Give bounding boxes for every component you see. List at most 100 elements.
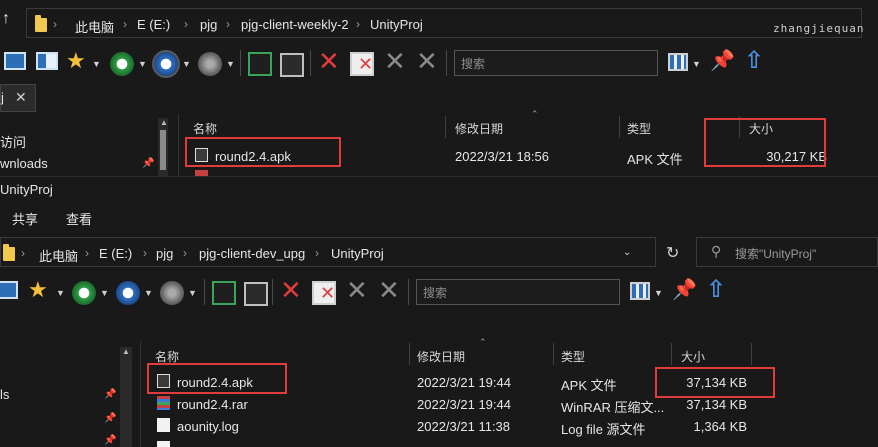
favorites-star-icon[interactable]: ★ [28, 277, 48, 303]
breadcrumb-pjg[interactable]: pjg [156, 246, 173, 261]
chevron-down-icon[interactable]: ▼ [100, 288, 109, 298]
chevron-down-icon[interactable]: ▼ [92, 59, 101, 69]
toolbar-search-input[interactable]: 搜索 [454, 50, 658, 76]
rar-file-icon [157, 396, 170, 410]
menu-share[interactable]: 共享 [12, 209, 38, 228]
cancel-icon[interactable]: ✕ [416, 46, 438, 77]
cut-icon[interactable]: ✕ [384, 46, 406, 77]
column-header-type[interactable]: 类型 [627, 120, 651, 137]
sync-icon[interactable] [152, 50, 180, 78]
sync-icon[interactable] [116, 281, 140, 305]
bottom-nav-pane: ls 📌 📌 📌 ▲ [0, 341, 136, 447]
history-icon[interactable] [72, 281, 96, 305]
pin-tool-icon[interactable]: 📌 [710, 48, 735, 73]
highlight-box [655, 367, 775, 398]
chevron-down-icon[interactable]: ▼ [138, 59, 147, 69]
copy-window-icon[interactable] [280, 53, 304, 77]
view-pane-icon[interactable] [0, 281, 18, 299]
chevron-down-icon[interactable]: ▼ [182, 59, 191, 69]
favorites-star-icon[interactable]: ★ [66, 48, 86, 74]
chevron-right-icon: › [184, 17, 188, 31]
copy-window-icon[interactable] [244, 282, 268, 306]
sort-chevron-icon: ⌃ [531, 109, 539, 119]
chevron-right-icon: › [143, 246, 147, 260]
delete-icon[interactable]: ✕ [280, 275, 302, 306]
network-icon[interactable] [160, 281, 184, 305]
up-level-icon[interactable]: ⇧ [744, 46, 764, 75]
column-header-date[interactable]: 修改日期 [417, 348, 465, 365]
column-separator[interactable] [751, 343, 752, 365]
delete-icon[interactable]: ✕ [318, 46, 340, 77]
view-grid-icon[interactable] [630, 282, 650, 300]
view-grid-icon[interactable] [668, 53, 688, 71]
delete-folder-x-icon: ✕ [320, 283, 336, 303]
close-icon[interactable]: ✕ [15, 89, 27, 106]
breadcrumb-pjg[interactable]: pjg [200, 17, 217, 32]
nav-item-tools[interactable]: ls [0, 387, 9, 402]
network-icon[interactable] [198, 52, 222, 76]
breadcrumb-unityproj[interactable]: UnityProj [331, 246, 384, 261]
column-separator[interactable] [619, 116, 620, 138]
top-tab[interactable]: j ✕ [0, 84, 36, 112]
details-pane-icon[interactable] [36, 52, 58, 70]
breadcrumb-drive[interactable]: E (E:) [137, 17, 170, 32]
column-header-date[interactable]: 修改日期 [455, 120, 503, 137]
column-separator[interactable] [553, 343, 554, 365]
column-header-name[interactable]: 名称 [193, 120, 217, 137]
pin-tool-icon[interactable]: 📌 [672, 277, 697, 302]
cut-icon[interactable]: ✕ [346, 275, 368, 306]
toolbar-search-input[interactable]: 搜索 [416, 279, 620, 305]
refresh-icon[interactable]: ↻ [666, 243, 679, 263]
up-level-icon[interactable]: ⇧ [706, 275, 726, 304]
file-name: round2.4.rar [177, 397, 248, 412]
table-row[interactable]: aounity.log 2022/3/21 11:38 Log file 源文件… [141, 415, 878, 437]
breadcrumb-drive[interactable]: E (E:) [99, 246, 132, 261]
move-to-icon[interactable] [248, 52, 272, 76]
chevron-down-icon[interactable]: ⌄ [623, 247, 631, 258]
chevron-down-icon[interactable]: ▼ [226, 59, 235, 69]
chevron-down-icon[interactable]: ▼ [692, 59, 701, 69]
column-separator[interactable] [409, 343, 410, 365]
toolbar-divider [204, 279, 205, 305]
history-icon[interactable] [110, 52, 134, 76]
chevron-down-icon[interactable]: ▼ [188, 288, 197, 298]
sort-chevron-icon: ⌃ [479, 337, 487, 347]
column-separator[interactable] [671, 343, 672, 365]
nav-item-downloads[interactable]: wnloads [0, 156, 48, 171]
ribbon-menu: 共享 查看 [0, 205, 878, 231]
menu-view[interactable]: 查看 [66, 209, 92, 228]
highlight-box [704, 118, 826, 167]
top-address-bar[interactable]: › 此电脑 › E (E:) › pjg › pjg-client-weekly… [26, 8, 863, 38]
breadcrumb-unityproj[interactable]: UnityProj [370, 17, 423, 32]
file-type: APK 文件 [627, 152, 683, 167]
column-header-size[interactable]: 大小 [681, 348, 705, 365]
folder-icon [3, 244, 15, 261]
scroll-up-icon[interactable]: ▲ [122, 347, 130, 356]
scroll-up-icon[interactable]: ▲ [160, 118, 168, 127]
search-box[interactable]: ⚲ 搜索"UnityProj" [696, 237, 878, 267]
nav-item-quick-access[interactable]: 访问 [0, 132, 26, 151]
bottom-address-bar[interactable]: › 此电脑 › E (E:) › pjg › pjg-client-dev_up… [0, 237, 656, 267]
chevron-down-icon[interactable]: ▼ [56, 288, 65, 298]
top-toolbar: ★ ▼ ▼ ▼ ▼ ✕ ✕ ✕ ✕ 搜索 ▼ 📌 ⇧ [0, 44, 878, 84]
chevron-down-icon[interactable]: ▼ [654, 288, 663, 298]
view-pane-icon[interactable] [4, 52, 26, 70]
up-arrow-icon[interactable]: ↑ [2, 10, 10, 28]
cancel-icon[interactable]: ✕ [378, 275, 400, 306]
scrollbar[interactable] [120, 347, 132, 447]
search-placeholder: 搜索"UnityProj" [735, 247, 817, 261]
chevron-right-icon: › [315, 246, 319, 260]
chevron-right-icon: › [226, 17, 230, 31]
scroll-thumb[interactable] [160, 130, 166, 170]
bottom-toolbar: ★ ▼ ▼ ▼ ▼ ✕ ✕ ✕ ✕ 搜索 ▼ 📌 ⇧ [0, 273, 878, 313]
breadcrumb-project[interactable]: pjg-client-weekly-2 [241, 17, 349, 32]
top-address-row: ↑ › 此电脑 › E (E:) › pjg › pjg-client-week… [0, 4, 878, 40]
column-separator[interactable] [445, 116, 446, 138]
move-to-icon[interactable] [212, 281, 236, 305]
log-file-icon [157, 418, 170, 432]
breadcrumb-this-pc[interactable]: 此电脑 [75, 17, 114, 36]
chevron-down-icon[interactable]: ▼ [144, 288, 153, 298]
breadcrumb-this-pc[interactable]: 此电脑 [39, 246, 78, 265]
column-header-type[interactable]: 类型 [561, 348, 585, 365]
breadcrumb-project[interactable]: pjg-client-dev_upg [199, 246, 305, 261]
